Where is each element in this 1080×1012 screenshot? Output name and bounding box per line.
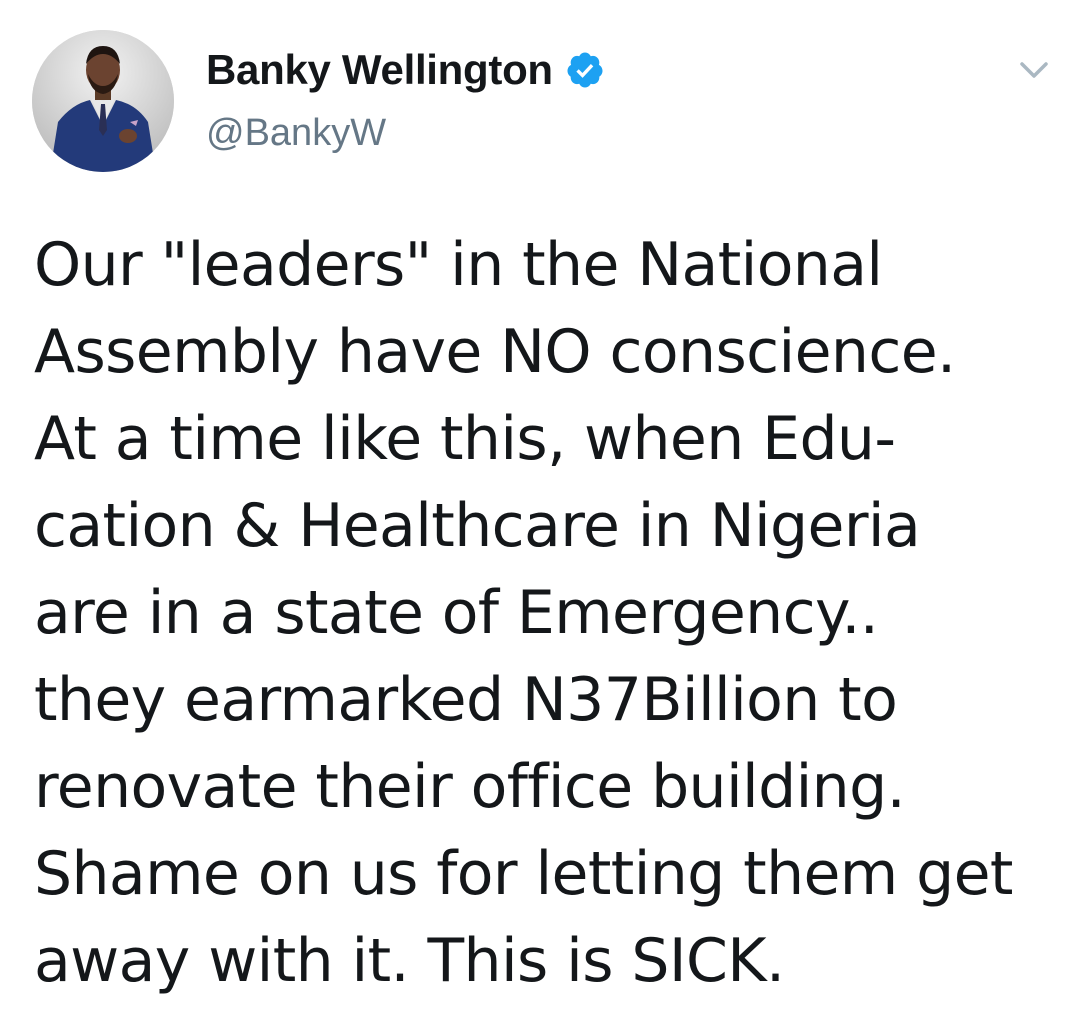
tweet-text-line: Shame on us for letting them get bbox=[34, 839, 1013, 909]
author-name-row[interactable]: Banky Wellington bbox=[206, 46, 605, 94]
tweet-text-line: Our "leaders" in the National bbox=[34, 230, 883, 300]
tweet-text: Our "leaders" in the National Assembly h… bbox=[34, 222, 1064, 1005]
chevron-down-icon[interactable] bbox=[1014, 52, 1054, 88]
tweet-text-line: are in a state of Emergency.. bbox=[34, 578, 879, 648]
avatar-image bbox=[32, 30, 174, 172]
tweet-text-line: they earmarked N37Billion to bbox=[34, 665, 898, 735]
author-handle[interactable]: @BankyW bbox=[206, 112, 386, 155]
avatar[interactable] bbox=[32, 30, 174, 172]
tweet-text-line: away with it. This is SICK. bbox=[34, 926, 785, 996]
tweet-card: Banky Wellington @BankyW Our "leaders" i… bbox=[0, 0, 1080, 1012]
author-display-name[interactable]: Banky Wellington bbox=[206, 46, 553, 94]
tweet-text-line: At a time like this, when Edu- bbox=[34, 404, 896, 474]
tweet-text-line: cation & Healthcare in Nigeria bbox=[34, 491, 921, 561]
tweet-text-line: Assembly have NO conscience. bbox=[34, 317, 956, 387]
tweet-text-line: renovate their office building. bbox=[34, 752, 906, 822]
verified-badge-icon bbox=[565, 50, 605, 90]
